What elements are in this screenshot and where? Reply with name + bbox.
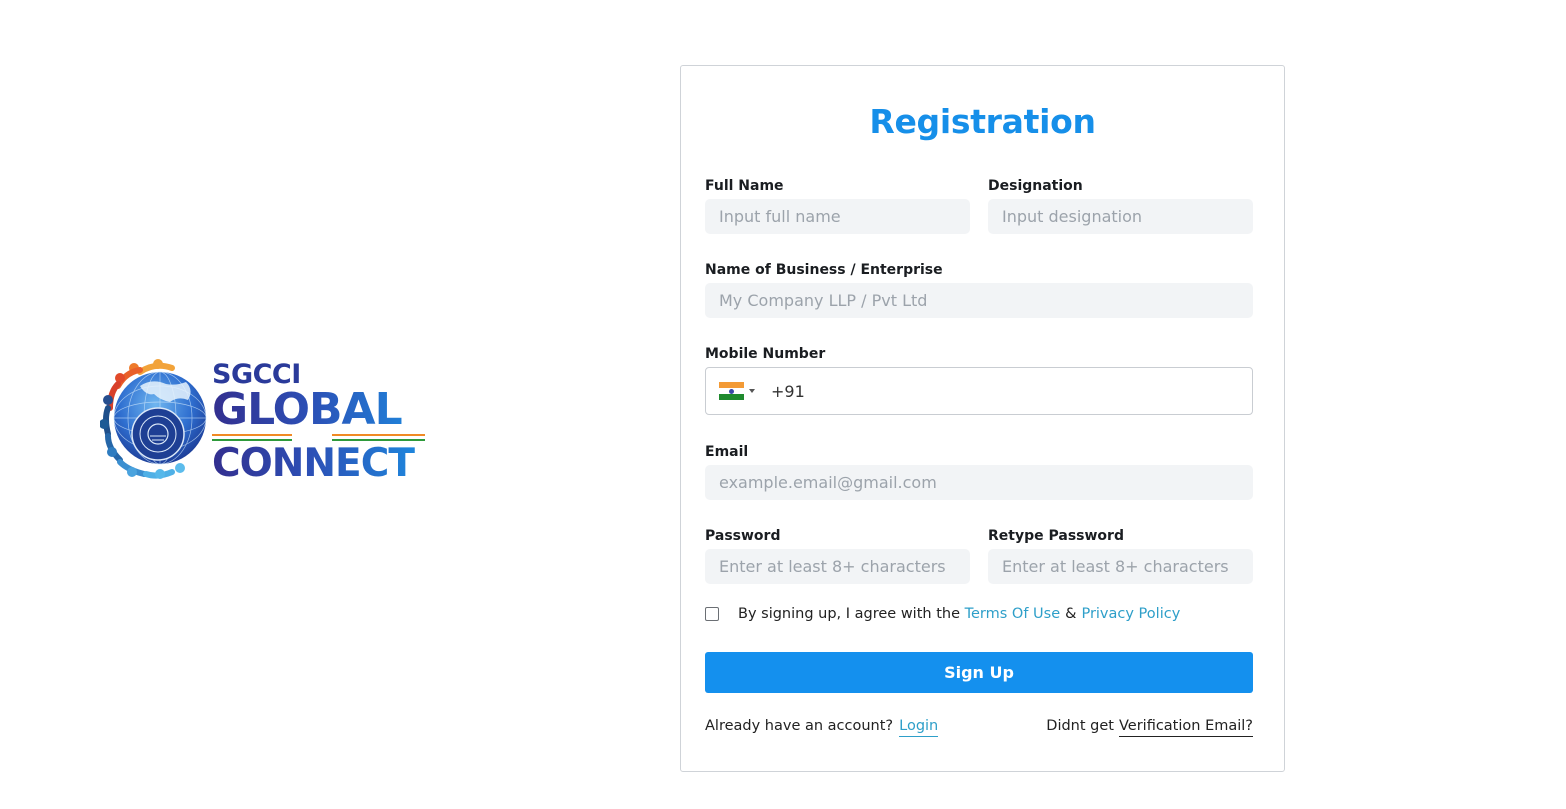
- designation-input[interactable]: [988, 199, 1253, 234]
- verification-prompt: Didnt get Verification Email?: [1046, 718, 1253, 737]
- password-label: Password: [705, 528, 781, 544]
- mobile-field: Mobile Number: [705, 345, 1253, 415]
- globe-emblem-icon: [100, 359, 207, 479]
- designation-label: Designation: [988, 178, 1083, 194]
- email-field: Email: [705, 443, 1253, 500]
- password-input[interactable]: [705, 549, 970, 584]
- full-name-field: Full Name: [705, 177, 970, 234]
- login-prompt-text: Already have an account?: [705, 718, 894, 734]
- logo-tricolor-stripes: [212, 434, 427, 443]
- registration-card: Registration Full Name Designation Name …: [680, 65, 1285, 772]
- retype-password-field: Retype Password: [988, 527, 1253, 584]
- india-flag-icon: [719, 382, 744, 400]
- retype-password-input[interactable]: [988, 549, 1253, 584]
- page-title: Registration: [869, 102, 1096, 141]
- logo-global-text: GLOBAL: [212, 388, 427, 432]
- logo-connect-text: CONNECT: [212, 444, 427, 483]
- retype-password-label: Retype Password: [988, 528, 1124, 544]
- terms-of-use-link[interactable]: Terms Of Use: [965, 606, 1061, 622]
- country-code-dropdown[interactable]: [706, 368, 755, 414]
- email-label: Email: [705, 444, 749, 460]
- mobile-label: Mobile Number: [705, 346, 826, 362]
- verification-email-link[interactable]: Verification Email?: [1118, 718, 1253, 737]
- login-prompt: Already have an account? Login: [705, 718, 939, 737]
- agree-text: By signing up, I agree with the: [738, 606, 960, 622]
- full-name-input[interactable]: [705, 199, 970, 234]
- terms-agreement: By signing up, I agree with the Terms Of…: [705, 606, 1180, 622]
- business-input[interactable]: [705, 283, 1253, 318]
- full-name-label: Full Name: [705, 178, 784, 194]
- business-field: Name of Business / Enterprise: [705, 261, 1253, 318]
- mobile-input[interactable]: [755, 368, 1252, 414]
- privacy-policy-link[interactable]: Privacy Policy: [1081, 606, 1180, 622]
- login-link[interactable]: Login: [899, 718, 939, 737]
- business-label: Name of Business / Enterprise: [705, 262, 943, 278]
- mobile-input-group: [705, 367, 1253, 415]
- designation-field: Designation: [988, 177, 1253, 234]
- password-field: Password: [705, 527, 970, 584]
- logo-wordmark: SGCCI GLOBAL CONNECT: [212, 360, 427, 483]
- email-input[interactable]: [705, 465, 1253, 500]
- ampersand-text: &: [1065, 606, 1077, 622]
- verification-prompt-text: Didnt get: [1046, 718, 1114, 734]
- form-footer: Already have an account? Login Didnt get V…: [705, 718, 1253, 737]
- sgcci-global-connect-logo: SGCCI GLOBAL CONNECT: [100, 356, 430, 483]
- sign-up-button[interactable]: Sign Up: [705, 652, 1253, 693]
- agree-checkbox[interactable]: [705, 607, 719, 621]
